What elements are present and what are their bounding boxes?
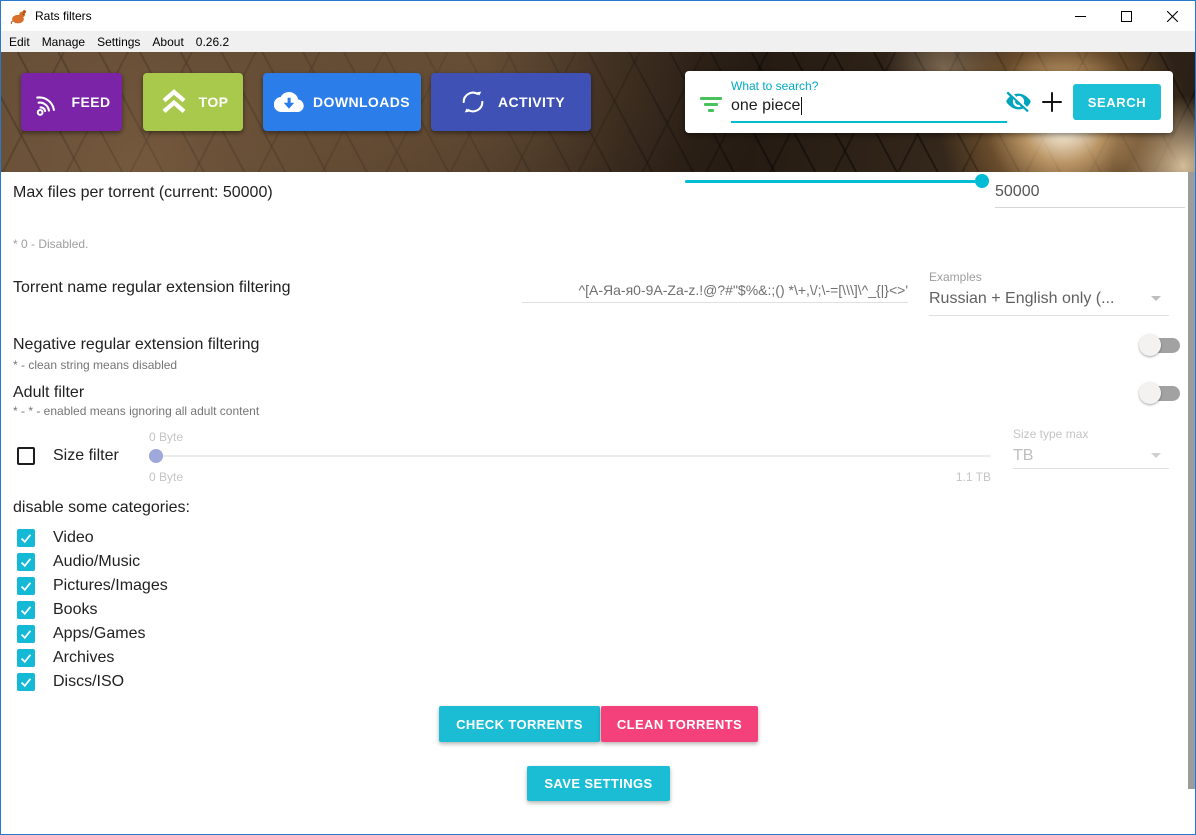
category-label-books: Books	[53, 601, 97, 619]
size-filter-checkbox[interactable]	[17, 447, 35, 465]
feed-button-label: FEED	[72, 94, 111, 110]
negative-regex-note: * - clean string means disabled	[13, 358, 177, 372]
size-filter-label: Size filter	[53, 447, 119, 465]
eye-off-icon[interactable]	[1005, 88, 1032, 115]
close-button[interactable]	[1149, 1, 1195, 31]
adult-filter-toggle[interactable]	[1139, 382, 1183, 404]
title-bar: Rats filters	[1, 1, 1195, 31]
name-regex-underline	[522, 302, 908, 303]
menu-edit[interactable]: Edit	[9, 35, 30, 49]
top-button[interactable]: TOP	[143, 73, 243, 131]
vertical-scrollbar[interactable]	[1188, 172, 1195, 789]
category-label-discs: Discs/ISO	[53, 673, 124, 691]
app-window: Rats filters Edit Manage Settings About …	[0, 0, 1196, 835]
top-button-label: TOP	[199, 94, 229, 110]
category-label-archives: Archives	[53, 649, 114, 667]
max-files-input-underline	[995, 207, 1185, 208]
max-files-slider-thumb[interactable]	[975, 174, 989, 188]
search-input-underline	[731, 121, 1007, 123]
categories-header: disable some categories:	[13, 499, 190, 517]
size-type-label: Size type max	[1013, 427, 1088, 441]
toggle-thumb	[1139, 334, 1161, 356]
menu-version: 0.26.2	[196, 35, 229, 49]
downloads-button-label: DOWNLOADS	[313, 94, 410, 110]
negative-regex-toggle[interactable]	[1139, 334, 1183, 356]
menu-settings[interactable]: Settings	[97, 35, 140, 49]
max-files-note: * 0 - Disabled.	[13, 237, 88, 251]
search-button[interactable]: SEARCH	[1073, 84, 1161, 120]
regex-examples-select[interactable]: Russian + English only (...	[929, 290, 1149, 308]
regex-examples-label: Examples	[929, 270, 982, 284]
size-min-label: 0 Byte	[149, 470, 183, 484]
search-label: What to search?	[731, 79, 818, 93]
activity-button[interactable]: ACTIVITY	[431, 73, 591, 131]
search-card: What to search? one piece SEARCH	[685, 71, 1173, 133]
rss-feed-icon	[31, 85, 65, 119]
menu-about[interactable]: About	[152, 35, 183, 49]
name-regex-label: Torrent name regular extension filtering	[13, 279, 290, 297]
menu-bar: Edit Manage Settings About 0.26.2	[1, 31, 1195, 52]
size-slider-track[interactable]	[149, 455, 991, 457]
size-current-label: 0 Byte	[149, 430, 183, 444]
text-caret	[801, 97, 802, 115]
toggle-thumb	[1139, 382, 1161, 404]
adult-filter-note: * - * - enabled means ignoring all adult…	[13, 404, 259, 418]
adult-filter-label: Adult filter	[13, 384, 84, 402]
size-slider-thumb[interactable]	[149, 449, 163, 463]
activity-button-label: ACTIVITY	[498, 94, 565, 110]
category-label-apps: Apps/Games	[53, 625, 145, 643]
examples-select-underline	[929, 315, 1169, 316]
examples-dropdown-arrow-icon[interactable]	[1151, 296, 1161, 301]
add-plus-icon[interactable]	[1039, 89, 1065, 115]
max-files-slider-track[interactable]	[685, 180, 983, 183]
category-checkbox-video[interactable]	[17, 529, 35, 547]
save-settings-button[interactable]: SAVE SETTINGS	[527, 766, 670, 801]
category-checkbox-pictures[interactable]	[17, 577, 35, 595]
window-controls	[1057, 1, 1195, 31]
category-checkbox-apps[interactable]	[17, 625, 35, 643]
sync-circle-icon	[457, 86, 489, 118]
filter-icon[interactable]	[699, 96, 723, 114]
check-torrents-button[interactable]: CHECK TORRENTS	[439, 706, 600, 742]
maximize-button[interactable]	[1103, 1, 1149, 31]
double-chevron-up-icon	[158, 86, 190, 118]
category-label-audio: Audio/Music	[53, 553, 140, 571]
category-checkbox-books[interactable]	[17, 601, 35, 619]
search-input[interactable]: one piece	[731, 97, 802, 115]
size-type-select[interactable]: TB	[1013, 447, 1033, 465]
negative-regex-label: Negative regular extension filtering	[13, 336, 259, 354]
category-label-video: Video	[53, 529, 94, 547]
hero-header: FEED TOP DOWNLOADS	[1, 52, 1195, 172]
category-checkbox-audio[interactable]	[17, 553, 35, 571]
downloads-button[interactable]: DOWNLOADS	[263, 73, 421, 131]
category-checkbox-archives[interactable]	[17, 649, 35, 667]
size-type-dropdown-arrow-icon[interactable]	[1151, 453, 1161, 458]
max-files-label: Max files per torrent (current: 50000)	[13, 184, 273, 202]
size-max-label: 1.1 TB	[921, 470, 991, 484]
size-type-underline	[1013, 468, 1169, 469]
menu-manage[interactable]: Manage	[42, 35, 85, 49]
name-regex-input[interactable]: ^[А-Яа-я0-9A-Za-z.!@?#"$%&:;() *\+,\/;\-…	[421, 282, 908, 298]
cloud-download-icon	[274, 87, 304, 117]
rat-icon	[10, 8, 27, 25]
max-files-value-input[interactable]: 50000	[995, 183, 1040, 201]
window-title: Rats filters	[35, 9, 92, 23]
category-checkbox-discs[interactable]	[17, 673, 35, 691]
minimize-button[interactable]	[1057, 1, 1103, 31]
feed-button[interactable]: FEED	[21, 73, 122, 131]
category-label-pictures: Pictures/Images	[53, 577, 168, 595]
clean-torrents-button[interactable]: CLEAN TORRENTS	[601, 706, 758, 742]
